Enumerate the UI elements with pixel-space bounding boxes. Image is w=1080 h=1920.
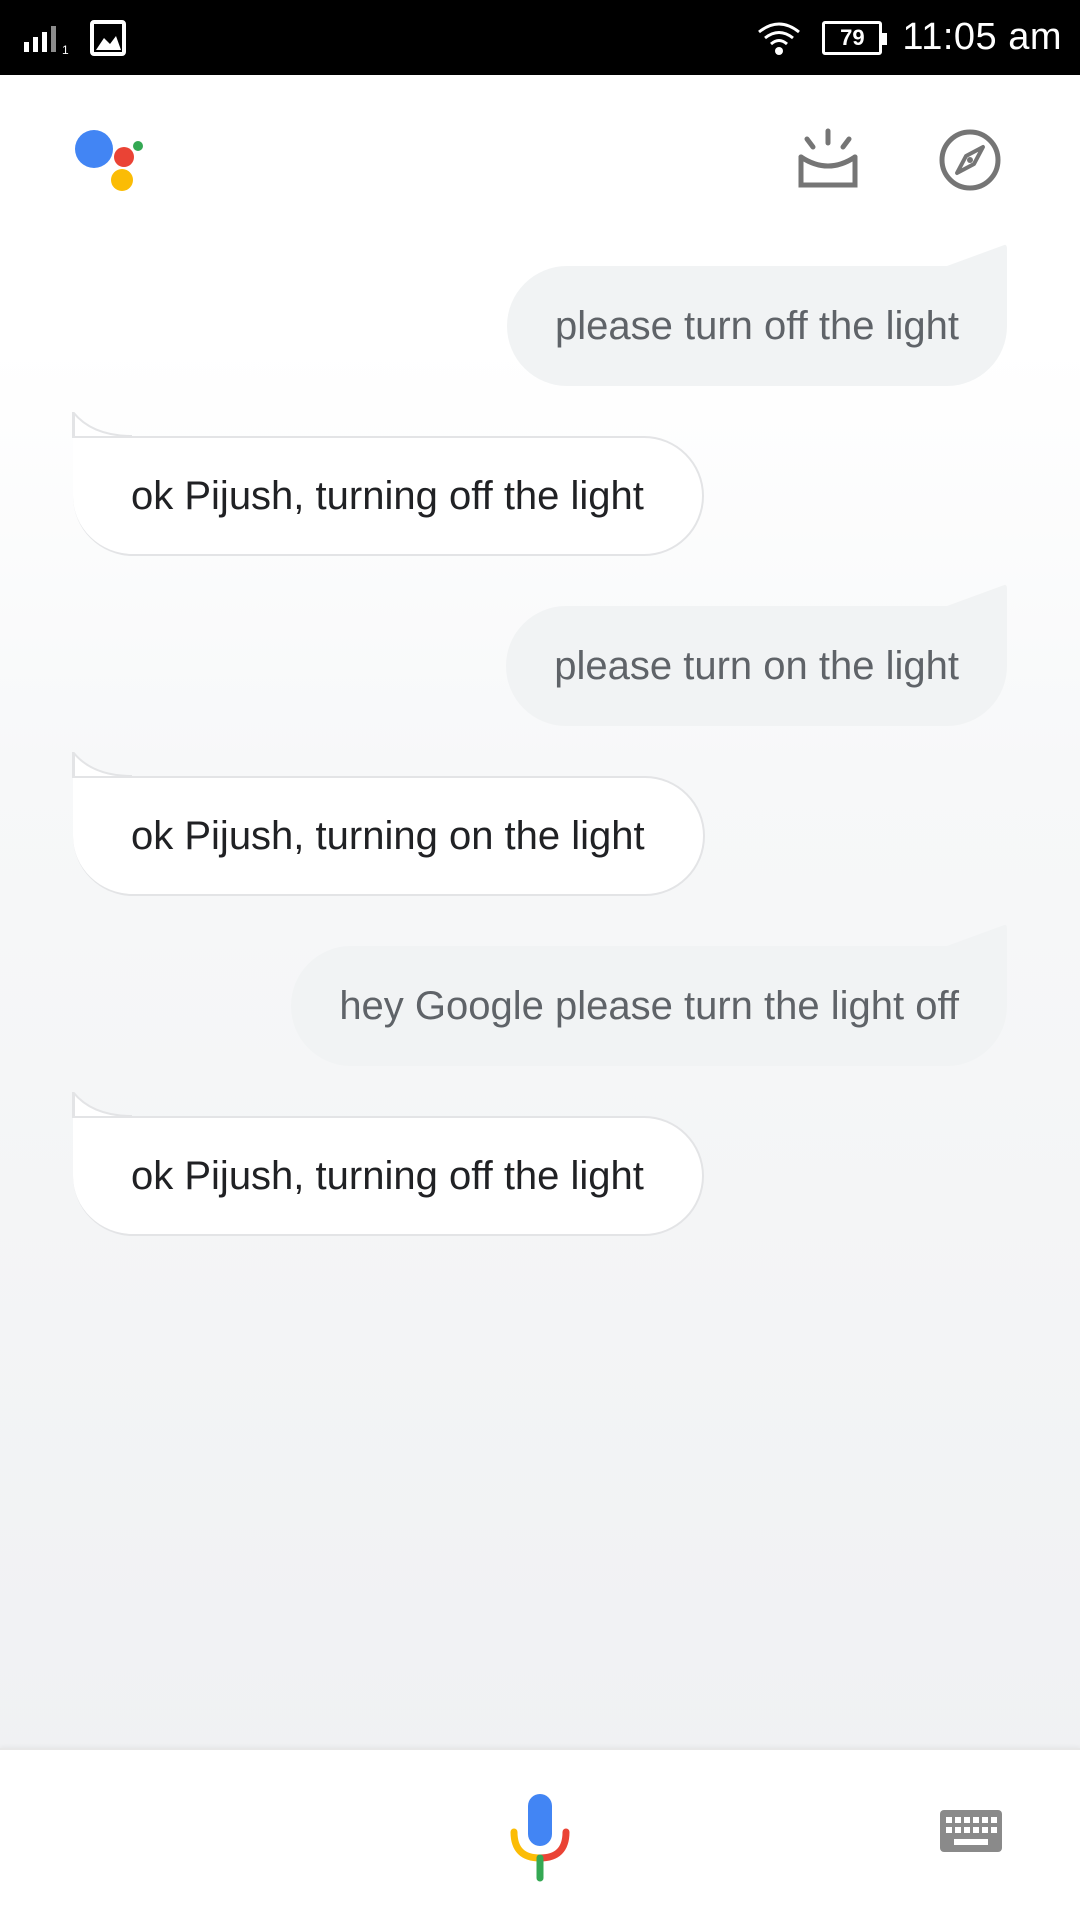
battery-icon: 79 [822, 20, 888, 55]
user-message: hey Google please turn the light off [291, 946, 1007, 1066]
logo-yellow-dot [111, 169, 133, 191]
message-text: ok Pijush, turning off the light [131, 1153, 644, 1198]
user-message: please turn on the light [506, 606, 1007, 726]
signal-icon: 1 [24, 25, 69, 56]
explore-icon[interactable] [935, 125, 1005, 195]
message-text: please turn off the light [555, 303, 959, 348]
updates-icon[interactable] [793, 125, 863, 195]
battery-level: 79 [840, 24, 865, 50]
assistant-message: ok Pijush, turning off the light [73, 1094, 704, 1236]
status-bar: 1 79 11:05 am [0, 0, 1080, 75]
user-message: please turn off the light [507, 266, 1007, 386]
mic-icon[interactable] [508, 1792, 572, 1882]
status-bar-right: 79 11:05 am [756, 0, 1062, 75]
keyboard-icon[interactable] [940, 1810, 1002, 1852]
sim-slot-label: 1 [62, 43, 69, 56]
assistant-header [0, 75, 1080, 250]
wifi-icon [758, 22, 801, 55]
logo-blue-dot [75, 130, 113, 168]
google-assistant-logo [72, 125, 152, 195]
status-time: 11:05 am [902, 16, 1062, 58]
message-text: ok Pijush, turning off the light [131, 473, 644, 518]
assistant-message: ok Pijush, turning off the light [73, 414, 704, 556]
conversation-thread: please turn off the light ok Pijush, tur… [0, 250, 1080, 1740]
bottom-input-bar [0, 1748, 1080, 1920]
message-text: hey Google please turn the light off [339, 983, 959, 1028]
message-text: please turn on the light [554, 643, 959, 688]
image-notification-icon [90, 19, 126, 56]
logo-green-dot [133, 141, 143, 151]
logo-red-dot [114, 147, 134, 167]
status-bar-left: 1 [24, 0, 126, 75]
assistant-message: ok Pijush, turning on the light [73, 754, 705, 896]
message-text: ok Pijush, turning on the light [131, 813, 645, 858]
